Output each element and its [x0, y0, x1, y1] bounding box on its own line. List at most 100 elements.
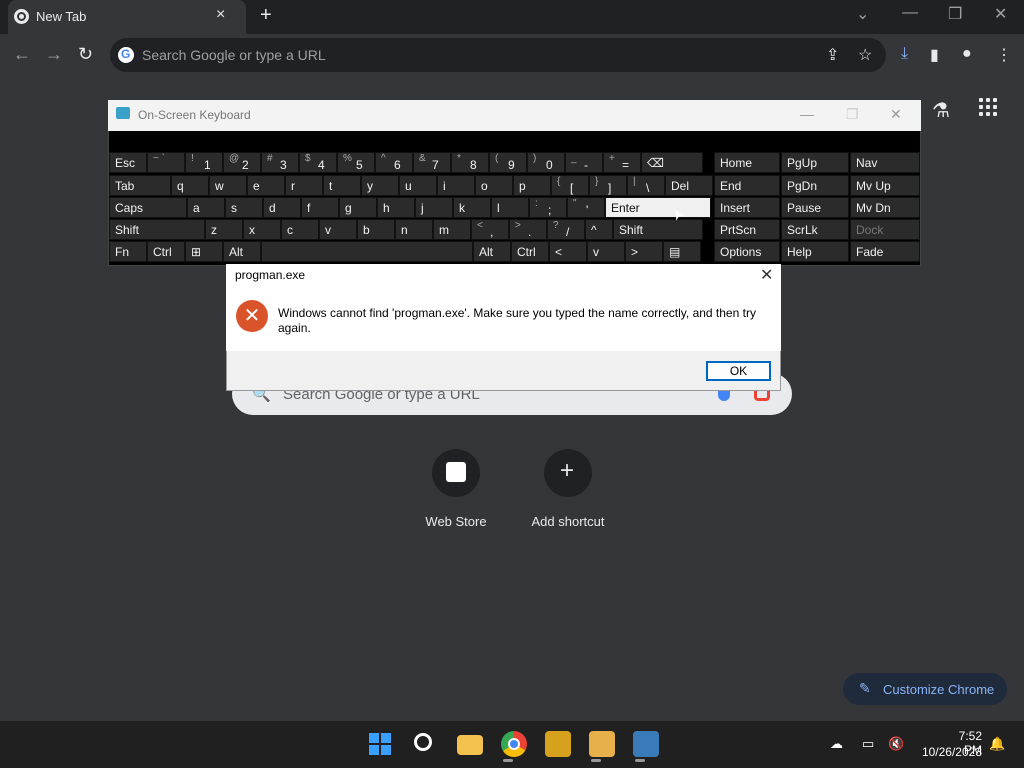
- osk-key[interactable]: r: [285, 175, 323, 196]
- taskbar-search-icon[interactable]: [414, 733, 432, 751]
- osk-key[interactable]: m: [433, 219, 471, 240]
- restore-icon[interactable]: ❐: [948, 4, 962, 24]
- osk-key[interactable]: Tab: [109, 175, 171, 196]
- reload-icon[interactable]: ↻: [78, 44, 93, 65]
- osk-key[interactable]: + =: [603, 152, 641, 173]
- ok-button[interactable]: OK: [706, 361, 771, 381]
- osk-key[interactable]: Del: [665, 175, 713, 196]
- osk-key[interactable]: <,: [471, 219, 509, 240]
- osk-key[interactable]: ⊞: [185, 241, 223, 262]
- download-icon[interactable]: ⤓: [901, 45, 908, 63]
- osk-nav-key[interactable]: Nav: [850, 152, 920, 173]
- osk-nav-key[interactable]: PrtScn: [714, 219, 780, 240]
- osk-key[interactable]: Ctrl: [511, 241, 549, 262]
- osk-key[interactable]: a: [187, 197, 225, 218]
- osk-key[interactable]: | \: [627, 175, 665, 196]
- osk-key[interactable]: & 7: [413, 152, 451, 173]
- dialog-titlebar[interactable]: [226, 264, 781, 289]
- bookmark-star-icon[interactable]: ☆: [858, 45, 872, 65]
- osk-key[interactable]: " ': [567, 197, 605, 218]
- osk-nav-key[interactable]: PgUp: [781, 152, 849, 173]
- tab-search-chevron-icon[interactable]: ⌄: [856, 4, 869, 24]
- osk-key[interactable]: ! 1: [185, 152, 223, 173]
- osk-key[interactable]: d: [263, 197, 301, 218]
- osk-key[interactable]: c: [281, 219, 319, 240]
- osk-key[interactable]: Shift: [613, 219, 703, 240]
- osk-key[interactable]: Enter: [605, 197, 711, 218]
- address-bar-placeholder[interactable]: Search Google or type a URL: [142, 47, 326, 63]
- tab-close-icon[interactable]: ×: [216, 6, 225, 24]
- osk-key[interactable]: @2: [223, 152, 261, 173]
- osk-key[interactable]: ? /: [547, 219, 585, 240]
- share-icon[interactable]: ⇪: [826, 45, 839, 65]
- clock-date[interactable]: 10/26/2023: [912, 745, 982, 759]
- close-window-icon[interactable]: ✕: [994, 4, 1007, 24]
- osk-key[interactable]: l: [491, 197, 529, 218]
- osk-key[interactable]: _ -: [565, 152, 603, 173]
- profile-icon[interactable]: ●: [962, 45, 972, 63]
- osk-key[interactable]: ) 0: [527, 152, 565, 173]
- osk-minimize-icon[interactable]: —: [800, 106, 814, 122]
- osk-nav-key[interactable]: Fade: [850, 241, 920, 262]
- chrome-taskbar-icon[interactable]: [501, 731, 527, 757]
- osk-key[interactable]: :;: [529, 197, 567, 218]
- osk-key[interactable]: z: [205, 219, 243, 240]
- labs-flask-icon[interactable]: ⚗: [932, 98, 950, 123]
- osk-key[interactable]: >.: [509, 219, 547, 240]
- osk-key[interactable]: h: [377, 197, 415, 218]
- osk-key[interactable]: ▤: [663, 241, 701, 262]
- osk-key[interactable]: Esc: [109, 152, 147, 173]
- osk-key[interactable]: b: [357, 219, 395, 240]
- osk-key[interactable]: Ctrl: [147, 241, 185, 262]
- osk-key[interactable]: k: [453, 197, 491, 218]
- osk-key[interactable]: >: [625, 241, 663, 262]
- osk-nav-key[interactable]: Pause: [781, 197, 849, 218]
- osk-key[interactable]: j: [415, 197, 453, 218]
- osk-nav-key[interactable]: ScrLk: [781, 219, 849, 240]
- osk-key[interactable]: {[: [551, 175, 589, 196]
- osk-key[interactable]: w: [209, 175, 247, 196]
- osk-key[interactable]: y: [361, 175, 399, 196]
- dialog-close-icon[interactable]: ✕: [760, 265, 773, 285]
- volume-muted-icon[interactable]: 🔇: [888, 736, 904, 752]
- back-icon[interactable]: ←: [13, 44, 31, 65]
- osk-key[interactable]: Caps: [109, 197, 187, 218]
- google-apps-icon[interactable]: [979, 98, 999, 118]
- osk-key[interactable]: [261, 241, 473, 262]
- osk-key[interactable]: }]: [589, 175, 627, 196]
- osk-key[interactable]: s: [225, 197, 263, 218]
- osk-key[interactable]: * 8: [451, 152, 489, 173]
- app-icon[interactable]: [545, 731, 571, 757]
- osk-nav-key[interactable]: Help: [781, 241, 849, 262]
- osk-key[interactable]: Fn: [109, 241, 147, 262]
- osk-key[interactable]: $4: [299, 152, 337, 173]
- on-screen-keyboard-taskbar-icon[interactable]: [633, 731, 659, 757]
- osk-key[interactable]: f: [301, 197, 339, 218]
- osk-key[interactable]: n: [395, 219, 433, 240]
- osk-nav-key[interactable]: Insert: [714, 197, 780, 218]
- add-shortcut-button[interactable]: +: [544, 449, 592, 497]
- osk-nav-key[interactable]: Mv Dn: [850, 197, 920, 218]
- osk-key[interactable]: g: [339, 197, 377, 218]
- osk-key[interactable]: i: [437, 175, 475, 196]
- osk-nav-key[interactable]: Options: [714, 241, 780, 262]
- osk-key[interactable]: Shift: [109, 219, 205, 240]
- osk-close-icon[interactable]: ✕: [890, 106, 902, 123]
- osk-key[interactable]: q: [171, 175, 209, 196]
- osk-key[interactable]: <: [549, 241, 587, 262]
- osk-key[interactable]: (9: [489, 152, 527, 173]
- notepad-icon[interactable]: [589, 731, 615, 757]
- osk-key[interactable]: u: [399, 175, 437, 196]
- osk-key[interactable]: t: [323, 175, 361, 196]
- osk-key[interactable]: o: [475, 175, 513, 196]
- osk-key[interactable]: ^ 6: [375, 152, 413, 173]
- osk-key[interactable]: v: [587, 241, 625, 262]
- osk-key[interactable]: ⌫: [641, 152, 703, 173]
- side-panel-icon[interactable]: ▮: [930, 45, 939, 65]
- osk-key[interactable]: % 5: [337, 152, 375, 173]
- osk-key[interactable]: ~ `: [147, 152, 185, 173]
- shortcut-web-store[interactable]: [432, 449, 480, 497]
- osk-key[interactable]: p: [513, 175, 551, 196]
- osk-key[interactable]: v: [319, 219, 357, 240]
- osk-key[interactable]: e: [247, 175, 285, 196]
